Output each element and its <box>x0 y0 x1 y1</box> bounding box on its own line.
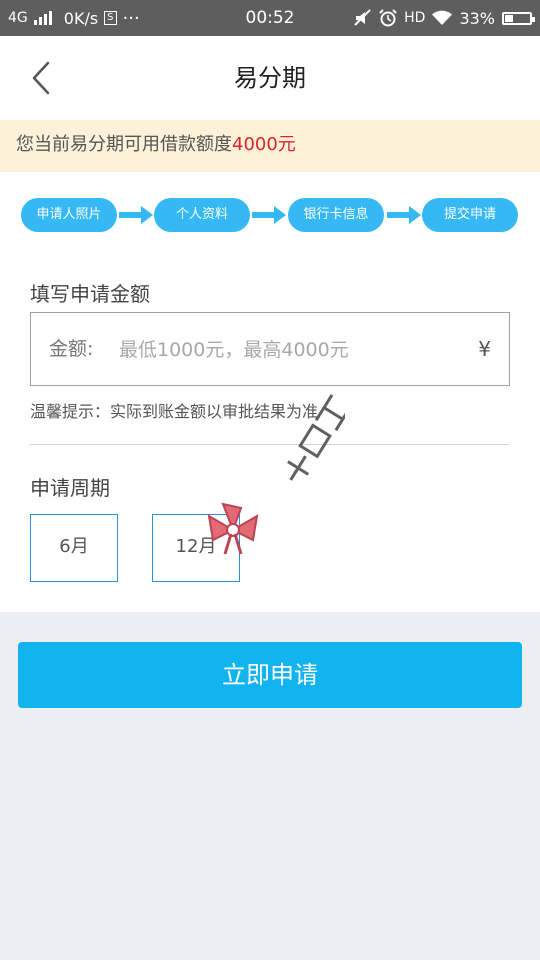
nav-header: 易分期 <box>0 36 540 120</box>
alarm-icon <box>379 9 397 27</box>
amount-field: 金额: ¥ <box>30 312 510 386</box>
amount-label: 金额: <box>49 338 94 360</box>
battery-icon <box>502 11 535 25</box>
period-section-title: 申请周期 <box>30 476 110 500</box>
amount-input[interactable] <box>117 329 461 371</box>
credit-limit-notice: 您当前易分期可用借款额度4000元 <box>0 120 540 172</box>
divider <box>30 444 510 445</box>
step-applicant-photo: 申请人照片 <box>21 198 117 232</box>
arrow-right-icon <box>119 206 153 224</box>
period-option-12[interactable]: 12月 <box>152 514 240 582</box>
battery-level <box>505 14 513 22</box>
apply-button[interactable]: 立即申请 <box>18 642 522 708</box>
hd-indicator: HD <box>404 10 426 26</box>
amount-section-title: 填写申请金额 <box>30 282 150 306</box>
mute-icon <box>354 9 371 26</box>
step-personal-info: 个人资料 <box>154 198 250 232</box>
arrow-right-icon <box>252 206 286 224</box>
wifi-icon <box>432 10 453 25</box>
arrow-right-icon <box>387 206 421 224</box>
chevron-left-icon <box>32 61 50 95</box>
notice-text: 您当前易分期可用借款额度 <box>16 134 232 155</box>
step-bank-card: 银行卡信息 <box>288 198 384 232</box>
amount-tip: 温馨提示：实际到账金额以审批结果为准 <box>30 402 319 421</box>
clock: 00:52 <box>245 8 295 28</box>
yen-icon: ¥ <box>478 337 491 361</box>
battery-percent: 33% <box>459 8 495 28</box>
application-form: 申请人照片 个人资料 银行卡信息 提交申请 填写申请金额 金额: ¥ 温馨提示：… <box>0 172 540 612</box>
step-submit: 提交申请 <box>422 198 518 232</box>
page-title: 易分期 <box>234 64 306 92</box>
credit-amount: 4000元 <box>232 134 296 155</box>
period-option-6[interactable]: 6月 <box>30 514 118 582</box>
back-button[interactable] <box>22 56 66 100</box>
status-bar: 4G 0K/s S ··· 00:52 HD 33% <box>0 0 540 36</box>
